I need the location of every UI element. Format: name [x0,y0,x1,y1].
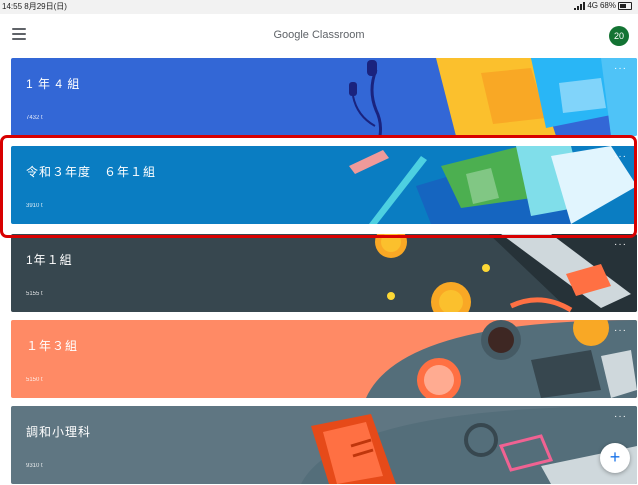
class-card-banner-art [349,146,637,224]
app-bar: Google Classroom 20 [0,14,638,58]
class-card-banner-art [349,58,637,136]
class-card-1[interactable]: 1 年 4 組 7432 t ··· [11,58,637,136]
class-code: 5155 t [26,291,43,297]
class-card-banner-art [301,406,637,484]
class-card-3[interactable]: 1年１組 5155 t ··· [11,234,637,312]
class-code: 5150 t [26,377,43,383]
class-card-4[interactable]: １年３組 5150 t ··· [11,320,637,398]
status-bar: 14:55 8月29日(日) 4G 68% [0,0,638,14]
class-name: 令和３年度 ６年１組 [26,165,157,179]
class-name: 1年１組 [26,253,73,267]
app-title: Google Classroom [273,29,365,41]
signal-icon [574,1,586,10]
more-options-icon[interactable]: ··· [614,326,627,336]
status-time: 14:55 8月29日(日) [2,2,67,11]
class-card-2[interactable]: 令和３年度 ６年１組 3910 t ··· [11,146,637,224]
add-class-button[interactable]: + [600,443,630,473]
status-indicators: 4G 68% [574,1,632,10]
avatar[interactable]: 20 [609,26,629,46]
class-name: 調和小理科 [26,425,92,439]
more-options-icon[interactable]: ··· [614,412,627,422]
class-code: 9310 t [26,463,43,469]
network-type: 4G [587,1,598,10]
more-options-icon[interactable]: ··· [614,240,627,250]
more-options-icon[interactable]: ··· [614,64,627,74]
class-card-5[interactable]: 調和小理科 9310 t ··· [11,406,637,484]
class-code: 7432 t [26,115,43,121]
battery-icon [618,1,632,10]
more-options-icon[interactable]: ··· [614,152,627,162]
battery-percent: 68% [599,1,616,10]
class-code: 3910 t [26,203,43,209]
class-name: １年３組 [26,339,79,353]
class-card-banner-art [375,234,637,312]
class-name: 1 年 4 組 [26,77,81,91]
class-card-banner-art [366,320,637,398]
